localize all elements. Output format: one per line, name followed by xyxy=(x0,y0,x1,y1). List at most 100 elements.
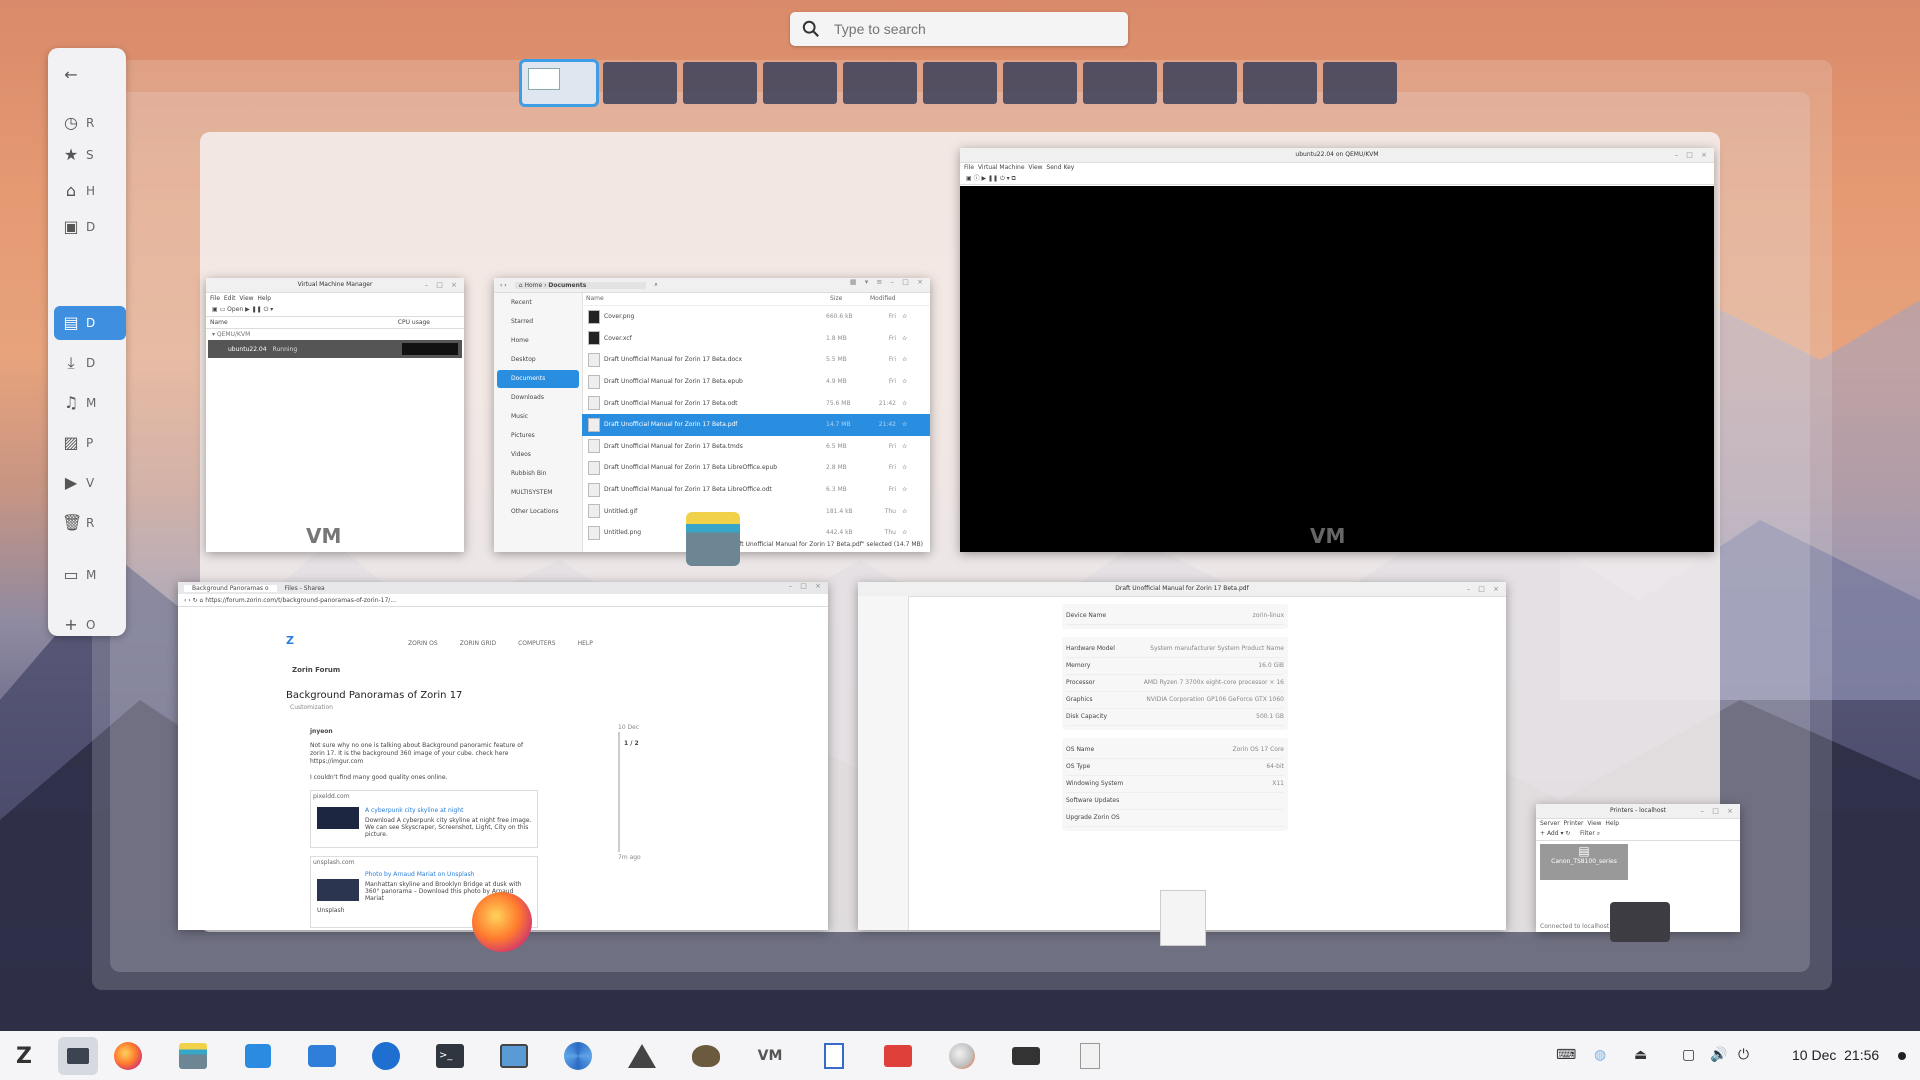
power-icon[interactable]: ⏻ xyxy=(1738,1047,1749,1063)
pictures-icon[interactable]: ▨ xyxy=(62,434,80,452)
workspace-thumbnail-7[interactable] xyxy=(1003,62,1077,104)
menu-view[interactable]: View xyxy=(1028,164,1042,171)
card-title[interactable]: A cyberpunk city skyline at night xyxy=(365,807,463,814)
workspace-thumbnail-4[interactable] xyxy=(763,62,837,104)
timeline-top[interactable]: 10 Dec xyxy=(618,724,639,731)
window-controls[interactable]: – □ × xyxy=(789,582,824,590)
virt-manager-window[interactable]: Virtual Machine Manager – □ × File Edit V… xyxy=(206,278,464,552)
plus-icon[interactable]: + xyxy=(62,616,80,634)
workspace-thumbnail-6[interactable] xyxy=(923,62,997,104)
add-printer-button[interactable]: Add xyxy=(1547,830,1559,837)
files-sidebar[interactable]: Recent Starred Home Desktop Documents Downloa… xyxy=(494,293,583,552)
files-sidebar-item[interactable]: Starred xyxy=(497,313,579,331)
vm-row[interactable]: ubuntu22.04 Running xyxy=(208,340,462,358)
files-window[interactable]: ‹ › ⌂ Home › Documents ⌕ ▦ ▾ ≡ – □ × Rec… xyxy=(494,278,930,552)
shutter-icon[interactable] xyxy=(562,1040,594,1072)
settings-sidebar[interactable] xyxy=(858,596,909,930)
menu-printer[interactable]: Printer xyxy=(1564,820,1584,827)
toolbar[interactable]: + Add ▾ ↻ Filter ⌕ xyxy=(1536,828,1740,841)
trash-icon[interactable]: 🗑 xyxy=(62,514,82,532)
keyboard-icon[interactable]: ⌨ xyxy=(1556,1047,1576,1063)
timeline-bottom[interactable]: 7m ago xyxy=(618,854,641,861)
tab-strip[interactable]: Background Panoramas o Files - Sharea – … xyxy=(178,582,828,594)
toolbar[interactable]: ▣ ▭ Open ▶ ❚❚ ⏻ ▾ xyxy=(206,304,464,317)
virt-manager-icon[interactable]: VM xyxy=(754,1040,786,1072)
file-row[interactable]: Cover.png 660.6 kB Fri ☆ xyxy=(582,306,930,328)
menu-server[interactable]: Server xyxy=(1540,820,1560,827)
window-controls[interactable]: – □ × xyxy=(1467,582,1502,596)
menubar[interactable]: File Virtual Machine View Send Key xyxy=(960,163,1714,172)
videos-icon[interactable]: ▶ xyxy=(62,474,80,492)
document-viewer-icon[interactable] xyxy=(818,1040,850,1072)
software-store-icon[interactable] xyxy=(242,1040,274,1072)
topic-timeline[interactable] xyxy=(618,732,620,852)
files-sidebar-item[interactable]: Other Locations xyxy=(497,503,579,521)
system-monitor-icon[interactable] xyxy=(498,1040,530,1072)
menu-view[interactable]: View xyxy=(239,295,253,302)
gimp-icon[interactable] xyxy=(690,1040,722,1072)
recent-icon[interactable]: ◷ xyxy=(62,114,80,132)
url-bar[interactable]: ‹ › ↻ ⌂ https://forum.zorin.com/t/backgr… xyxy=(178,594,828,607)
firefox-icon[interactable] xyxy=(112,1040,144,1072)
file-row[interactable]: Draft Unofficial Manual for Zorin 17 Bet… xyxy=(582,371,930,393)
menu-help[interactable]: Help xyxy=(257,295,271,302)
star-icon[interactable]: ☆ xyxy=(902,508,907,515)
workspace-switcher-icon[interactable] xyxy=(58,1037,98,1075)
workspace-thumbnail-11[interactable] xyxy=(1323,62,1397,104)
star-icon[interactable]: ☆ xyxy=(902,443,907,450)
workspace-thumbnail-8[interactable] xyxy=(1083,62,1157,104)
files-sidebar-item[interactable]: Music xyxy=(497,408,579,426)
files-sidebar-item[interactable]: Rubbish Bin xyxy=(497,465,579,483)
menu-send-key[interactable]: Send Key xyxy=(1046,164,1074,171)
star-icon[interactable]: ☆ xyxy=(902,356,907,363)
desktop-icon[interactable]: ▣ xyxy=(62,218,80,236)
drive-icon[interactable]: ▭ xyxy=(62,566,80,584)
menu-view[interactable]: View xyxy=(1587,820,1601,827)
printer-item[interactable]: ▤ Canon_TS8100_series xyxy=(1540,844,1628,880)
forum-nav[interactable]: ZORIN OS ZORIN GRID COMPUTERS HELP xyxy=(408,640,593,647)
window-controls[interactable]: – □ × xyxy=(425,278,460,292)
vm-screen[interactable] xyxy=(960,186,1714,552)
text-editor-icon[interactable] xyxy=(1074,1040,1106,1072)
printer-icon[interactable] xyxy=(1010,1040,1042,1072)
file-row[interactable]: Untitled.gif 181.4 kB Thu ☆ xyxy=(582,500,930,522)
workspace-thumbnail-3[interactable] xyxy=(683,62,757,104)
files-sidebar-item[interactable]: Downloads xyxy=(497,389,579,407)
back-arrow-icon[interactable]: ‹ › xyxy=(500,282,507,289)
open-button[interactable]: Open xyxy=(227,306,243,313)
eject-icon[interactable]: ⏏ xyxy=(1634,1047,1647,1063)
menubar[interactable]: Server Printer View Help xyxy=(1536,819,1740,828)
music-icon[interactable]: ♫ xyxy=(62,394,80,412)
tab-1[interactable]: Background Panoramas o xyxy=(184,584,277,592)
back-arrow-icon[interactable]: ← xyxy=(62,66,80,84)
column-modified[interactable]: Modified xyxy=(870,293,896,305)
column-name[interactable]: Name xyxy=(582,293,830,305)
files-sidebar-item[interactable]: Recent xyxy=(497,294,579,312)
file-row[interactable]: Draft Unofficial Manual for Zorin 17 Bet… xyxy=(582,436,930,458)
presentation-icon[interactable] xyxy=(882,1040,914,1072)
file-row[interactable]: Draft Unofficial Manual for Zorin 17 Bet… xyxy=(582,413,930,436)
star-icon[interactable]: ☆ xyxy=(902,529,907,536)
card-title[interactable]: Photo by Arnaud Mariat on Unsplash xyxy=(365,871,474,878)
workspace-thumbnail-9[interactable] xyxy=(1163,62,1237,104)
network-icon[interactable]: ◍ xyxy=(1594,1047,1606,1063)
column-size[interactable]: Size xyxy=(830,293,870,305)
file-row[interactable]: Draft Unofficial Manual for Zorin 17 Bet… xyxy=(582,457,930,479)
connection-group[interactable]: ▾ QEMU/KVM xyxy=(206,329,464,340)
download-icon[interactable]: ⤓ xyxy=(62,354,80,372)
menubar[interactable]: File Edit View Help xyxy=(206,293,464,304)
file-row[interactable]: Draft Unofficial Manual for Zorin 17 Bet… xyxy=(582,479,930,501)
menu-help[interactable]: Help xyxy=(1605,820,1619,827)
thunderbird-icon[interactable] xyxy=(370,1040,402,1072)
post-author[interactable]: jnyeon xyxy=(310,728,333,735)
link-card-1[interactable]: pixeldd.com A cyberpunk city skyline at … xyxy=(310,790,538,848)
volume-icon[interactable]: 🔊 xyxy=(1710,1047,1727,1063)
star-icon[interactable]: ☆ xyxy=(902,378,907,385)
window-controls[interactable]: ▦ ▾ ≡ – □ × xyxy=(850,278,926,286)
category-badge[interactable]: Customization xyxy=(290,704,333,711)
workspace-thumbnail-1[interactable] xyxy=(519,59,599,107)
star-icon[interactable]: ☆ xyxy=(902,486,907,493)
files-list[interactable]: Name Size Modified Cover.png 660.6 kB Fri ☆ Cov… xyxy=(582,293,930,552)
star-icon[interactable]: ☆ xyxy=(902,400,907,407)
workspace-thumbnail-5[interactable] xyxy=(843,62,917,104)
